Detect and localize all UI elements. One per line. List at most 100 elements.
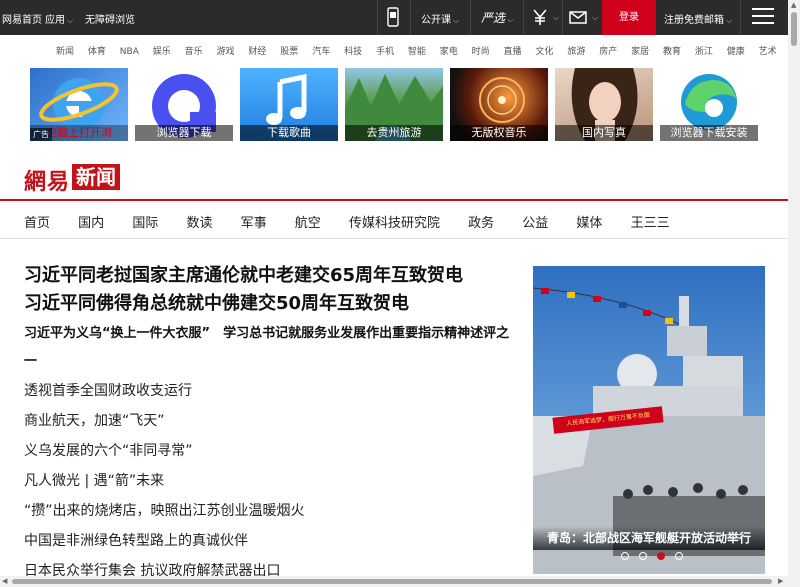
scroll-thumb[interactable] [791, 12, 797, 46]
channel-link[interactable]: 财经 [248, 47, 266, 57]
news-item[interactable]: 商业航天，加速“飞天” [24, 406, 514, 436]
nav-item[interactable]: 传媒科技研究院 [349, 216, 440, 231]
divider [410, 0, 411, 35]
carousel-dot[interactable] [621, 552, 629, 560]
nav-item[interactable]: 媒体 [576, 216, 602, 231]
carousel-dot-active[interactable] [657, 552, 666, 560]
divider [377, 0, 378, 35]
horizontal-scrollbar[interactable]: ◀ ▶ [0, 576, 788, 587]
nav-item[interactable]: 军事 [241, 216, 267, 231]
channel-link[interactable]: 手机 [376, 47, 394, 57]
channel-link[interactable]: 教育 [663, 47, 681, 57]
top-headline[interactable]: 习近平同佛得角总统就中佛建交50周年互致贺电 [24, 290, 514, 318]
top-headline[interactable]: 习近平同老挝国家主席通伦就中老建交65周年互致贺电 [24, 262, 514, 290]
nav-item[interactable]: 公益 [522, 216, 548, 231]
top-bar: 网易首页 应用 ⌵ 无障碍浏览 公开课 ⌵ 严选 ⌵ ⌵ ⌵ 登录 注册免费邮箱 ⌵ [0, 0, 788, 35]
apps-label: 应用 [45, 15, 65, 26]
register-mail-link[interactable]: 注册免费邮箱 ⌵ [664, 11, 732, 26]
channel-link[interactable]: 直播 [504, 47, 522, 57]
carousel-dot[interactable] [675, 552, 684, 560]
news-item[interactable]: 义乌发展的六个“非同寻常” [24, 436, 514, 466]
mobile-icon[interactable] [383, 7, 403, 27]
nav-item[interactable]: 数读 [186, 216, 212, 231]
chevron-down-icon: ⌵ [67, 16, 74, 25]
scroll-up-icon[interactable]: ▲ [791, 1, 796, 9]
channel-link[interactable]: 音乐 [185, 47, 203, 57]
accessible-link[interactable]: 无障碍浏览 [85, 11, 135, 26]
scroll-thumb[interactable] [12, 579, 772, 584]
chevron-down-icon: ⌵ [453, 16, 460, 25]
ad-tile[interactable]: 浏览器下载 [135, 68, 233, 141]
chevron-down-icon: ⌵ [592, 13, 599, 22]
chevron-down-icon: ⌵ [726, 16, 733, 25]
carousel-dot[interactable] [639, 552, 648, 560]
nav-bottom-rule [0, 238, 788, 239]
channel-link[interactable]: 家电 [440, 47, 458, 57]
logo-section: 新闻 [72, 164, 121, 190]
netease-news-logo[interactable]: 網易 新闻 [24, 164, 121, 195]
yanxuan-menu[interactable]: 严选 ⌵ [481, 9, 513, 26]
home-link[interactable]: 网易首页 [2, 11, 42, 26]
chevron-down-icon: ⌵ [553, 13, 560, 22]
ad-tile[interactable]: 下载歌曲 [240, 68, 338, 141]
ad-tile[interactable]: 国内写真 [555, 68, 653, 141]
divider [523, 0, 524, 35]
channel-link[interactable]: 股票 [280, 47, 298, 57]
yen-icon[interactable] [530, 7, 550, 27]
nav-item[interactable]: 政务 [468, 216, 494, 231]
vertical-scrollbar[interactable]: ▲ [788, 0, 800, 587]
divider [562, 0, 563, 35]
divider [740, 0, 741, 35]
channel-link[interactable]: 游戏 [217, 47, 235, 57]
tile-caption: 下载歌曲 [240, 125, 338, 141]
feature-carousel[interactable]: 人民海军追梦，舰行万里不负国 青岛：北部战区海军舰艇开放活动举行 [533, 266, 765, 574]
nav-item[interactable]: 航空 [295, 216, 321, 231]
main-nav: 首页 国内 国际 数读 军事 航空 传媒科技研究院 政务 公益 媒体 王三三 [24, 212, 694, 231]
channel-link[interactable]: 时尚 [472, 47, 490, 57]
ad-tile[interactable]: 无版权音乐 [450, 68, 548, 141]
chevron-down-icon: ⌵ [507, 15, 514, 24]
nav-item[interactable]: 国内 [78, 216, 104, 231]
nav-item[interactable]: 国际 [132, 216, 158, 231]
channel-link[interactable]: 房产 [599, 47, 617, 57]
channel-link[interactable]: 汽车 [312, 47, 330, 57]
ad-tile[interactable]: 去贵州旅游 [345, 68, 443, 141]
ad-tile[interactable]: 电脑上打开浏 广告 [30, 68, 128, 141]
hamburger-menu-icon[interactable] [752, 8, 774, 28]
scroll-left-icon[interactable]: ◀ [2, 577, 7, 585]
tile-caption: 无版权音乐 [450, 125, 548, 141]
channel-link[interactable]: 浙江 [695, 47, 713, 57]
ad-tag: 广告 [30, 128, 52, 141]
channel-link[interactable]: 科技 [344, 47, 362, 57]
nav-item[interactable]: 王三三 [631, 216, 670, 231]
nav-item[interactable]: 首页 [24, 216, 50, 231]
channel-links: 新闻 体育 NBA 娱乐 音乐 游戏 财经 股票 汽车 科技 手机 智能 家电 … [56, 44, 788, 57]
channel-link[interactable]: 文化 [535, 47, 553, 57]
channel-link[interactable]: 体育 [88, 47, 106, 57]
sub-headline[interactable]: 习近平为义乌“换上一件大衣服” 学习总书记就服务业发展作出重要指示精神述评之一 [24, 320, 514, 376]
tile-caption: 浏览器下载安装 [660, 125, 758, 141]
scroll-right-icon[interactable]: ▶ [778, 577, 783, 585]
news-item[interactable]: “攒”出来的烧烤店，映照出江苏创业温暖烟火 [24, 496, 514, 526]
channel-link[interactable]: 娱乐 [153, 47, 171, 57]
channel-link[interactable]: 艺术 [759, 47, 777, 57]
mail-icon[interactable] [568, 7, 588, 27]
open-course-menu[interactable]: 公开课 ⌵ [421, 11, 459, 26]
apps-menu[interactable]: 应用 ⌵ [45, 11, 73, 26]
headline-list: 习近平同老挝国家主席通伦就中老建交65周年互致贺电 习近平同佛得角总统就中佛建交… [24, 262, 514, 586]
channel-link[interactable]: 家居 [631, 47, 649, 57]
channel-link[interactable]: 健康 [727, 47, 745, 57]
news-item[interactable]: 中国是非洲绿色转型路上的真诚伙伴 [24, 526, 514, 556]
news-item[interactable]: 凡人微光 | 遇“箭”未来 [24, 466, 514, 496]
channel-link[interactable]: NBA [120, 47, 139, 57]
login-button[interactable]: 登录 [602, 0, 656, 35]
register-mail-label: 注册免费邮箱 [664, 15, 724, 26]
tile-caption: 国内写真 [555, 125, 653, 141]
news-item[interactable]: 透视首季全国财政收支运行 [24, 376, 514, 406]
channel-link[interactable]: 新闻 [56, 47, 74, 57]
channel-link[interactable]: 旅游 [567, 47, 585, 57]
carousel-dots [621, 545, 688, 564]
logo-brand: 網易 [24, 169, 71, 195]
ad-tile[interactable]: 浏览器下载安装 [660, 68, 758, 141]
channel-link[interactable]: 智能 [408, 47, 426, 57]
